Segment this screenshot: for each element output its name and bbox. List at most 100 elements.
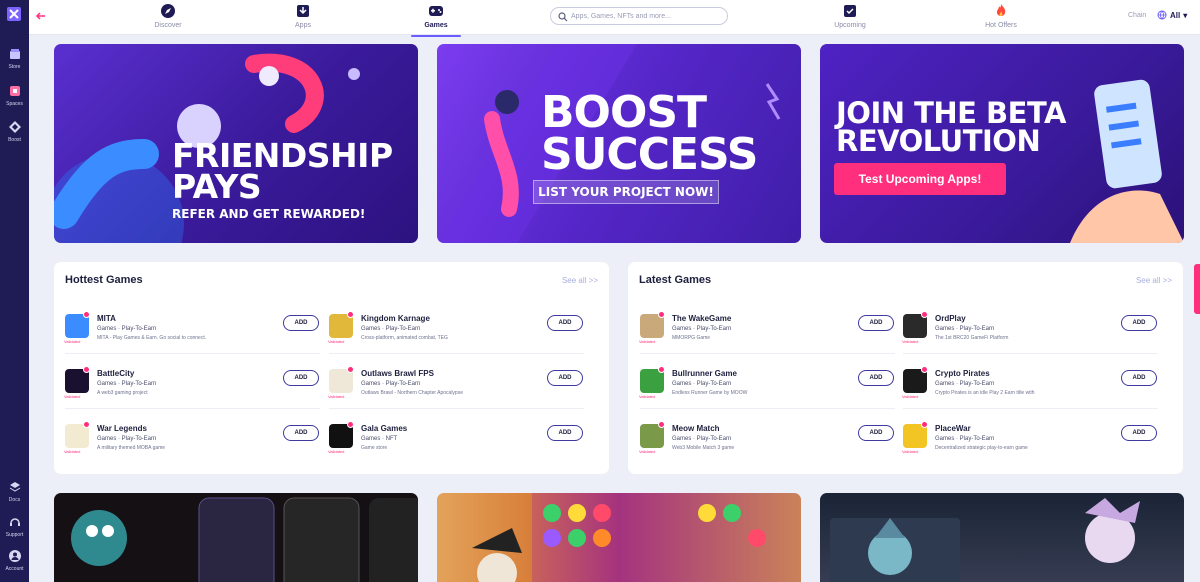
download-box-icon	[297, 5, 309, 17]
search-box[interactable]	[550, 7, 728, 25]
game-name: Crypto Pirates	[935, 369, 990, 378]
game-name: War Legends	[97, 424, 147, 433]
match3-illustration	[472, 493, 801, 582]
promo-card-app-screens[interactable]	[54, 493, 418, 582]
tab-label: Discover	[154, 22, 182, 29]
list-project-button[interactable]: LIST YOUR PROJECT NOW!	[533, 180, 719, 204]
chevron-down-icon: ▾	[1183, 10, 1188, 20]
top-navigation: Discover Apps Games Upcoming Hot Offers …	[29, 0, 1200, 37]
test-upcoming-apps-button[interactable]: Test Upcoming Apps!	[834, 163, 1006, 195]
add-button[interactable]: ADD	[858, 425, 894, 441]
divider	[65, 408, 320, 409]
boost-icon	[8, 121, 21, 133]
tab-hot-offers[interactable]: Hot Offers	[966, 3, 1036, 29]
tab-discover[interactable]: Discover	[133, 3, 203, 29]
list-item[interactable]: Validated Gala Games Games · NFT Game st…	[328, 421, 584, 470]
banner-subtitle: REFER AND GET REWARDED!	[172, 207, 366, 221]
banner-boost-success[interactable]: BOOST SUCCESS LIST YOUR PROJECT NOW!	[437, 44, 801, 243]
globe-icon	[1157, 10, 1167, 20]
sidebar-item-store[interactable]: Store	[0, 47, 29, 70]
banner-title: FRIENDSHIP PAYS	[172, 136, 393, 207]
divider	[329, 408, 584, 409]
divider	[65, 353, 320, 354]
search-icon	[558, 12, 568, 22]
verified-label: Validated	[64, 339, 81, 344]
tab-label: Hot Offers	[985, 22, 1017, 29]
sidebar-item-label: Support	[5, 532, 24, 538]
game-description: The 1st BRC20 GameFi Platform	[935, 335, 1009, 341]
sidebar-item-account[interactable]: Account	[0, 549, 29, 572]
divider	[903, 353, 1158, 354]
verified-badge-icon	[347, 311, 354, 318]
add-button[interactable]: ADD	[547, 370, 583, 386]
verified-label: Validated	[328, 339, 345, 344]
panel-title: Latest Games	[639, 274, 712, 286]
account-icon	[8, 550, 21, 562]
chain-selector[interactable]: All ▾	[1157, 10, 1187, 20]
store-icon	[9, 49, 20, 59]
sidebar-item-label: Boost	[8, 137, 21, 143]
gamepad-icon	[429, 6, 443, 16]
game-description: MMORPG Game	[672, 335, 711, 341]
sidebar-item-boost[interactable]: Boost	[0, 120, 29, 143]
sidebar-item-label: Store	[8, 64, 21, 70]
search-input[interactable]	[571, 10, 721, 22]
game-name: PlaceWar	[935, 424, 971, 433]
app-screens-illustration	[71, 497, 418, 582]
banner-title: JOIN THE BETA REVOLUTION	[836, 96, 1066, 158]
game-category: Games · Play-To-Earn	[97, 381, 157, 387]
verified-badge-icon	[658, 421, 665, 428]
tab-games[interactable]: Games	[401, 3, 471, 37]
see-all-link[interactable]: See all >>	[562, 276, 598, 285]
list-item[interactable]: Validated War Legends Games · Play-To-Ea…	[64, 421, 320, 470]
feedback-tab[interactable]	[1194, 264, 1200, 314]
back-arrow-icon[interactable]	[35, 10, 47, 22]
panel-title: Hottest Games	[65, 274, 143, 286]
tab-apps[interactable]: Apps	[268, 3, 338, 29]
verified-badge-icon	[83, 421, 90, 428]
verified-badge-icon	[347, 366, 354, 373]
game-description: Web3 Mobile Match 3 game	[672, 445, 735, 451]
add-button[interactable]: ADD	[1121, 425, 1157, 441]
add-button[interactable]: ADD	[1121, 370, 1157, 386]
add-button[interactable]: ADD	[283, 425, 319, 441]
see-all-link[interactable]: See all >>	[1136, 276, 1172, 285]
calendar-check-icon	[844, 5, 856, 17]
promo-card-match3[interactable]	[437, 493, 801, 582]
verified-label: Validated	[639, 394, 656, 399]
add-button[interactable]: ADD	[547, 425, 583, 441]
add-button[interactable]: ADD	[858, 315, 894, 331]
compass-icon	[161, 4, 175, 18]
list-item[interactable]: Validated PlaceWar Games · Play-To-Earn …	[902, 421, 1158, 470]
sidebar-item-support[interactable]: Support	[0, 515, 29, 538]
sidebar-item-spaces[interactable]: Spaces	[0, 84, 29, 107]
verified-badge-icon	[658, 311, 665, 318]
add-button[interactable]: ADD	[858, 370, 894, 386]
add-button[interactable]: ADD	[283, 370, 319, 386]
add-button[interactable]: ADD	[283, 315, 319, 331]
headset-icon	[9, 518, 20, 526]
game-category: Games · Play-To-Earn	[935, 381, 995, 387]
verified-label: Validated	[328, 449, 345, 454]
promo-card-fantasy[interactable]	[820, 493, 1184, 582]
verified-label: Validated	[64, 449, 81, 454]
add-button[interactable]: ADD	[547, 315, 583, 331]
app-logo-icon[interactable]	[6, 6, 22, 22]
fire-icon	[996, 4, 1006, 17]
tab-label: Games	[424, 22, 448, 29]
sidebar-item-docs[interactable]: Docs	[0, 480, 29, 503]
game-category: Games · Play-To-Earn	[361, 381, 421, 387]
divider	[640, 353, 895, 354]
add-button[interactable]: ADD	[1121, 315, 1157, 331]
game-category: Games · Play-To-Earn	[672, 436, 732, 442]
fantasy-illustration	[830, 498, 1140, 582]
banner-friendship-pays[interactable]: FRIENDSHIP PAYS REFER AND GET REWARDED!	[54, 44, 418, 243]
banner-join-beta[interactable]: JOIN THE BETA REVOLUTION Test Upcoming A…	[820, 44, 1184, 243]
banner-title: BOOST SUCCESS	[541, 87, 758, 180]
tab-label: Upcoming	[834, 22, 866, 29]
tab-upcoming[interactable]: Upcoming	[815, 3, 885, 29]
spaces-icon	[9, 86, 20, 96]
chain-label: Chain	[1128, 12, 1147, 19]
game-description: MITA - Play Games & Earn. Go social to c…	[97, 335, 207, 341]
list-item[interactable]: Validated Meow Match Games · Play-To-Ear…	[639, 421, 895, 470]
